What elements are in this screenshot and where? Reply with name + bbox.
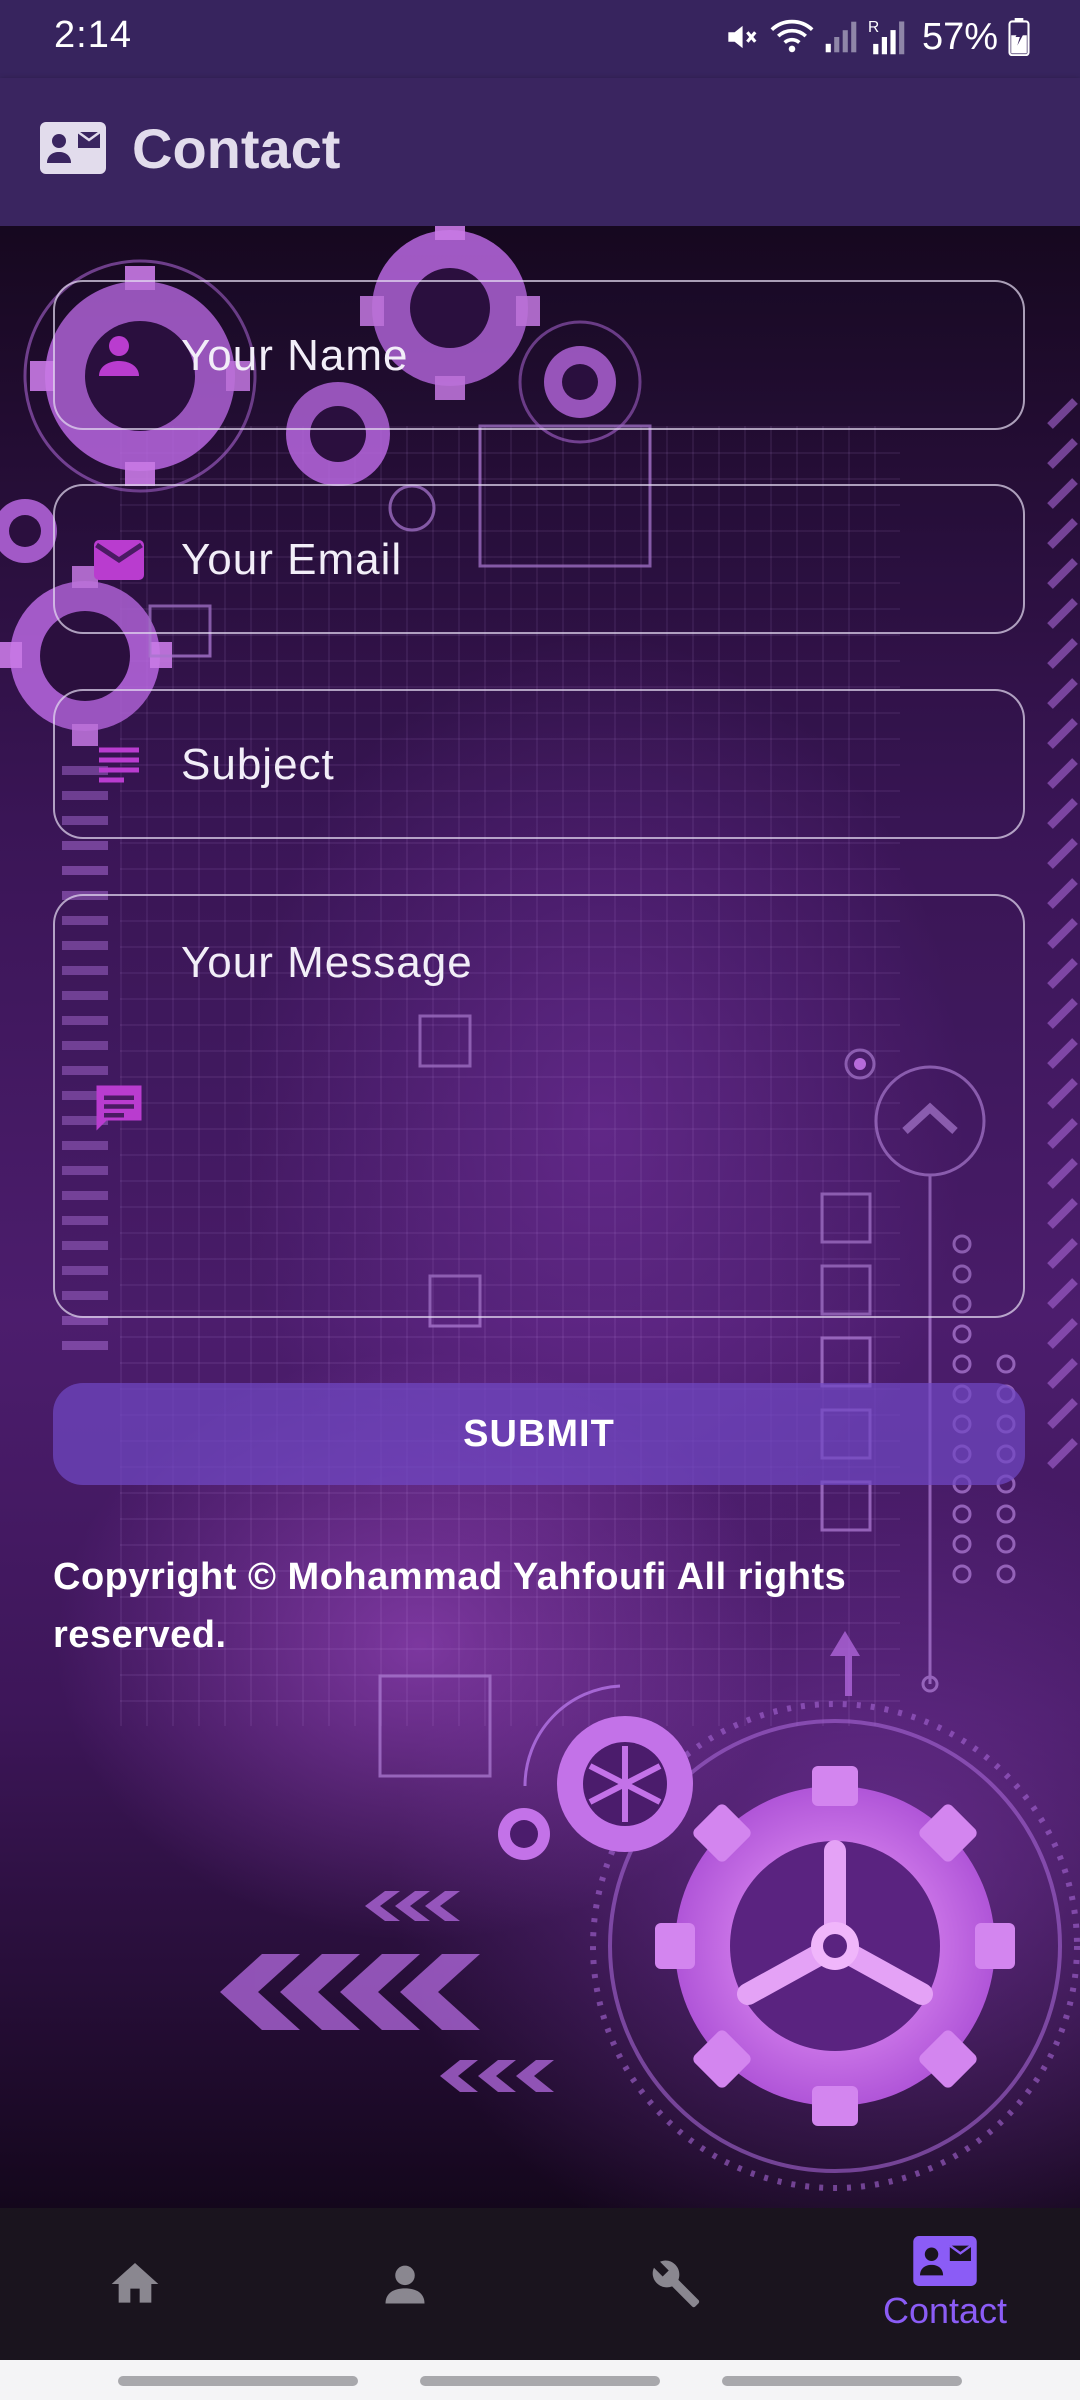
status-icons: R 57% bbox=[722, 12, 1030, 62]
contact-screen: 2:14 R 57% Contact Your Name Your Email … bbox=[0, 0, 1080, 2400]
name-input[interactable] bbox=[181, 326, 993, 386]
message-field[interactable] bbox=[53, 894, 1025, 1318]
app-bar: Contact bbox=[0, 78, 1080, 226]
status-bar: 2:14 R 57% bbox=[0, 0, 1080, 78]
bottom-navigation: Contact bbox=[0, 2208, 1080, 2360]
contact-card-icon bbox=[40, 122, 106, 174]
copyright-text: Copyright © Mohammad Yahfoufi All rights… bbox=[53, 1556, 847, 1656]
system-gesture-bar bbox=[0, 2360, 1080, 2400]
home-icon bbox=[111, 2263, 159, 2303]
signal-icon bbox=[825, 21, 857, 53]
contact-card-icon bbox=[913, 2236, 977, 2286]
wifi-icon bbox=[770, 19, 814, 53]
subject-field[interactable] bbox=[53, 689, 1025, 839]
email-field[interactable] bbox=[53, 484, 1025, 634]
gesture-pill-left[interactable] bbox=[118, 2376, 358, 2386]
message-input[interactable] bbox=[181, 938, 993, 1278]
nav-item-home[interactable] bbox=[0, 2208, 270, 2360]
person-icon bbox=[385, 2265, 425, 2304]
message-icon bbox=[96, 1085, 142, 1131]
svg-text:R: R bbox=[868, 19, 879, 36]
email-input[interactable] bbox=[181, 530, 993, 590]
nav-item-services[interactable] bbox=[540, 2208, 810, 2360]
nav-item-contact[interactable]: Contact bbox=[810, 2208, 1080, 2360]
person-icon bbox=[99, 336, 139, 376]
roaming-signal-icon: R bbox=[868, 19, 905, 55]
status-time: 2:14 bbox=[54, 14, 132, 56]
wrench-icon bbox=[652, 2260, 700, 2308]
nav-label-contact: Contact bbox=[882, 2290, 1008, 2331]
subject-icon bbox=[99, 747, 139, 783]
nav-item-about[interactable] bbox=[270, 2208, 540, 2360]
submit-button[interactable]: SUBMIT bbox=[53, 1383, 1025, 1485]
gesture-pill-center[interactable] bbox=[420, 2376, 660, 2386]
mute-icon bbox=[728, 25, 757, 49]
gesture-pill-right[interactable] bbox=[722, 2376, 962, 2386]
page-title: Contact bbox=[132, 117, 341, 180]
subject-input[interactable] bbox=[181, 735, 993, 795]
email-icon bbox=[94, 540, 144, 580]
battery-percent: 57% bbox=[921, 15, 998, 58]
name-field[interactable] bbox=[53, 280, 1025, 430]
battery-icon bbox=[1008, 18, 1030, 56]
